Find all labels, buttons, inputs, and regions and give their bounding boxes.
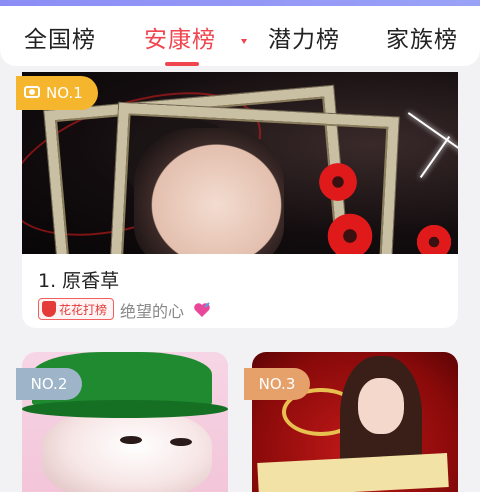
- tab-national[interactable]: 全国榜: [24, 20, 96, 54]
- rank-2-badge: NO.2: [16, 368, 82, 400]
- rank-1-name[interactable]: 1. 原香草: [38, 266, 119, 293]
- tab-ankang[interactable]: 安康榜: [144, 20, 216, 54]
- active-tab-indicator: [165, 62, 199, 66]
- tab-potential[interactable]: 潜力榜: [268, 20, 340, 54]
- rank-1-badge: NO.1: [16, 76, 98, 110]
- decor-sparkle: [407, 112, 458, 154]
- decor-flower: [316, 160, 360, 204]
- decor-eye: [170, 438, 192, 446]
- decor-hat-brim: [22, 400, 228, 418]
- decor-banner: [257, 453, 449, 492]
- shield-icon: [42, 301, 56, 317]
- decor-face: [358, 378, 404, 434]
- rank-3-badge: NO.3: [244, 368, 310, 400]
- rank-1-card[interactable]: 1. 原香草 花花打榜 绝望的心: [22, 72, 458, 328]
- heart-icon: [194, 302, 210, 317]
- rank-1-badge-label: NO.1: [46, 84, 83, 102]
- decor-flower: [414, 222, 454, 254]
- rank-1-tag: 花花打榜: [38, 298, 114, 320]
- camera-icon: [24, 86, 40, 98]
- decor-eye: [120, 436, 142, 444]
- dropdown-caret-icon[interactable]: [241, 39, 247, 44]
- decor-flower: [324, 210, 376, 254]
- rank-1-subtitle: 绝望的心: [120, 302, 185, 321]
- rank-1-tag-label: 花花打榜: [59, 303, 108, 317]
- tab-family[interactable]: 家族榜: [386, 20, 458, 54]
- ranking-tab-bar: 全国榜 安康榜 潜力榜 家族榜: [0, 6, 480, 66]
- decor-sparkle: [419, 135, 451, 179]
